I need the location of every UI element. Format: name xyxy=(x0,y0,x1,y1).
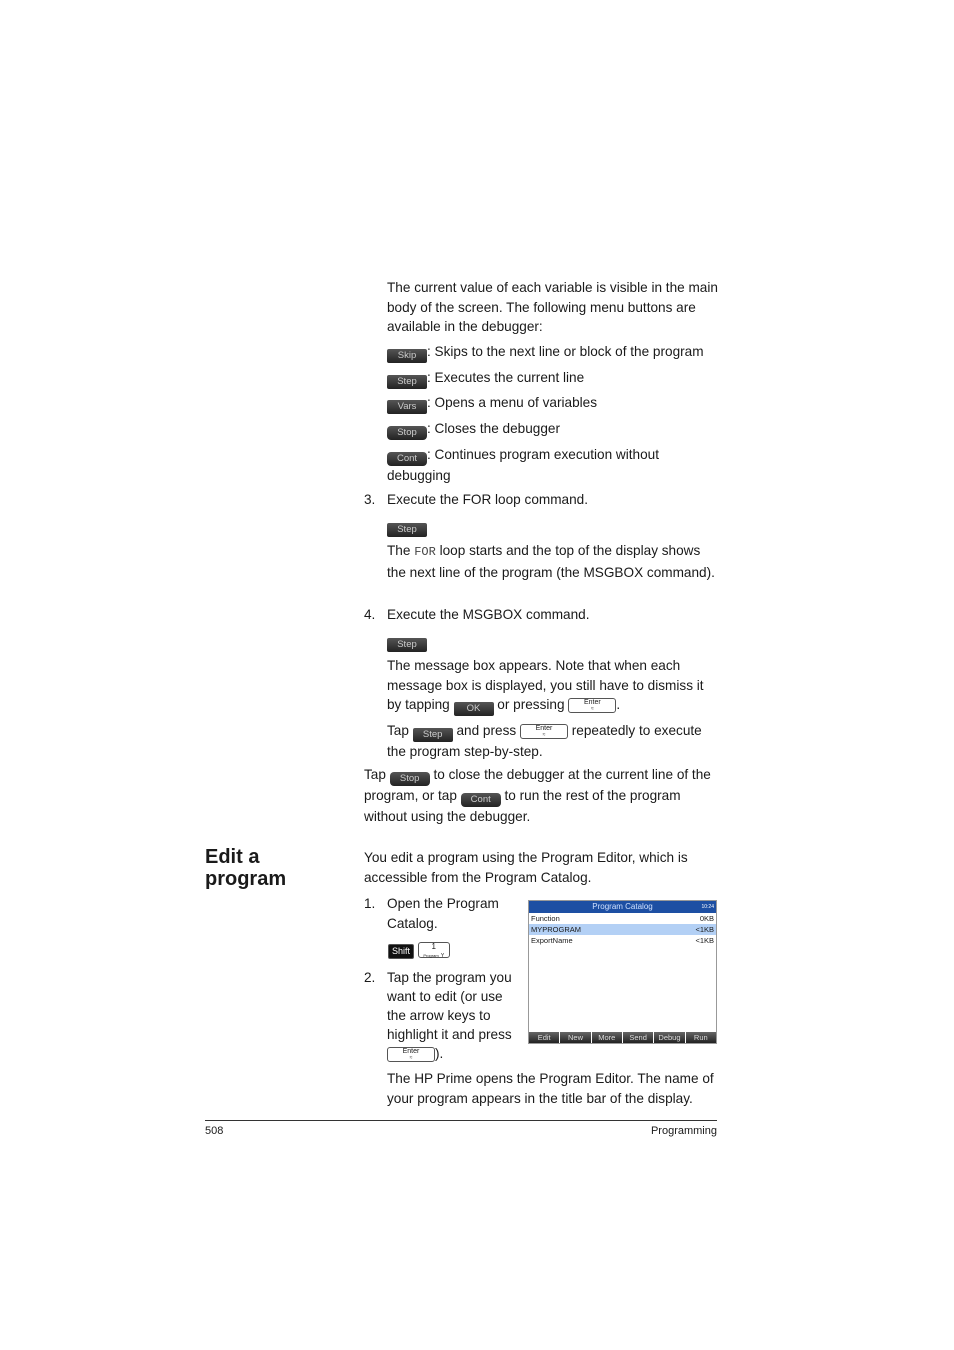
screen-title: Program Catalog xyxy=(592,902,653,911)
step-text: Tap the program you want to edit (or use… xyxy=(387,970,512,1042)
desc: : Continues program execution without de… xyxy=(387,447,659,483)
key-sub: ≈ xyxy=(409,1055,413,1061)
status-time: 10:24 xyxy=(701,904,714,910)
title-bar: Program Catalog 10:24 xyxy=(529,901,716,913)
heading-line: Edit a xyxy=(205,846,260,868)
code-for: FOR xyxy=(414,545,436,559)
step-4: 4. Execute the MSGBOX command. xyxy=(364,605,717,625)
section-intro: You edit a program using the Program Edi… xyxy=(364,850,688,885)
key-label: Enter xyxy=(402,1048,420,1055)
section-heading: Edit a program xyxy=(205,846,286,890)
edit-step-2: 2. Tap the program you want to edit (or u… xyxy=(364,968,519,1063)
text: loop starts and the top of the display s… xyxy=(387,543,715,580)
step-softkey: Step xyxy=(387,375,427,389)
text: Tap xyxy=(387,723,413,738)
one-key: 1 Program Y xyxy=(417,942,450,959)
enter-key: Enter ≈ xyxy=(387,1047,435,1062)
outro-text: The HP Prime opens the Program Editor. T… xyxy=(387,1071,714,1106)
desc: : Skips to the next line or block of the… xyxy=(427,344,704,359)
softkey-menu: Edit New More Send Debug Run xyxy=(529,1032,716,1043)
program-name: Function xyxy=(531,914,560,923)
heading-line: program xyxy=(205,868,287,890)
step4-repeat: Tap Step and press Enter ≈ repeatedly to … xyxy=(387,721,719,762)
desc: : Closes the debugger xyxy=(427,421,561,436)
enter-key: Enter ≈ xyxy=(568,698,617,713)
step-text: Execute the MSGBOX command. xyxy=(387,607,590,622)
step-number: 3. xyxy=(364,492,376,507)
step-text: Execute the FOR loop command. xyxy=(387,492,588,507)
document-page: The current value of each variable is vi… xyxy=(0,0,954,1350)
program-size: 0KB xyxy=(699,914,714,923)
softkey-run: Run xyxy=(685,1032,716,1043)
step4-key: Step xyxy=(387,631,427,652)
softkey-send: Send xyxy=(622,1032,654,1043)
button-stop-desc: Stop: Closes the debugger xyxy=(387,419,727,440)
text: The xyxy=(387,543,415,558)
calculator-screenshot: Program Catalog 10:24 Function 0KB MYPROGRA… xyxy=(528,900,717,1044)
cont-softkey: Cont xyxy=(460,793,501,807)
intro-text: The current value of each variable is vi… xyxy=(387,280,718,334)
program-size: <1KB xyxy=(695,925,714,934)
program-size: <1KB xyxy=(695,936,714,945)
desc: : Opens a menu of variables xyxy=(427,395,598,410)
softkey-new: New xyxy=(560,1032,591,1043)
skip-softkey: Skip xyxy=(387,349,427,363)
step-number: 4. xyxy=(364,607,376,622)
softkey-debug: Debug xyxy=(654,1032,685,1043)
vars-softkey: Vars xyxy=(387,400,427,414)
step-softkey: Step xyxy=(387,638,427,652)
catalog-row: Function 0KB xyxy=(529,913,716,924)
catalog-row: MYPROGRAM <1KB xyxy=(529,924,716,935)
key-label: Enter xyxy=(535,725,553,732)
footer-divider xyxy=(205,1120,717,1121)
stop-softkey: Stop xyxy=(389,772,430,786)
program-name: ExportName xyxy=(531,936,573,945)
step-text: ). xyxy=(435,1046,444,1061)
edit-step-1: 1. Open the Program Catalog. xyxy=(364,894,517,933)
step-number: 1. xyxy=(364,896,376,911)
step-number: 2. xyxy=(364,970,376,985)
desc: : Executes the current line xyxy=(427,370,585,385)
text: and press xyxy=(452,723,520,738)
text: . xyxy=(616,697,621,712)
key-sub: Program xyxy=(423,953,439,958)
step4-explain: The message box appears. Note that when … xyxy=(387,656,719,716)
key-sub: ≈ xyxy=(542,732,546,738)
text: or pressing xyxy=(493,697,569,712)
softkey-edit: Edit xyxy=(529,1032,560,1043)
button-cont-desc: Cont: Continues program execution withou… xyxy=(387,445,687,486)
cont-softkey: Cont xyxy=(387,452,427,466)
closing-text: Tap Stop to close the debugger at the cu… xyxy=(364,765,720,827)
step3-key: Step xyxy=(387,516,427,537)
ok-softkey: OK xyxy=(453,702,494,716)
button-vars-desc: Vars: Opens a menu of variables xyxy=(387,393,727,414)
key-sub: ≈ xyxy=(590,706,594,712)
page-number: 508 xyxy=(205,1125,224,1137)
softkey-more: More xyxy=(591,1032,622,1043)
enter-key: Enter ≈ xyxy=(519,724,568,739)
key-label: Enter xyxy=(583,699,601,706)
catalog-row: ExportName <1KB xyxy=(529,935,716,946)
step-3: 3. Execute the FOR loop command. xyxy=(364,490,717,510)
shift-key: Shift xyxy=(388,944,414,959)
key-alt: Y xyxy=(440,953,445,959)
key-label: 1 xyxy=(431,942,436,951)
step-softkey: Step xyxy=(387,523,427,537)
button-step-desc: Step: Executes the current line xyxy=(387,368,727,389)
chapter-name: Programming xyxy=(650,1125,717,1137)
program-name: MYPROGRAM xyxy=(531,925,582,934)
button-skip-desc: Skip: Skips to the next line or block of… xyxy=(387,342,727,363)
shift-1-keys: Shift 1 Program Y xyxy=(388,940,450,960)
stop-softkey: Stop xyxy=(387,426,427,440)
text: Tap xyxy=(364,767,390,782)
step3-explain: The FOR loop starts and the top of the d… xyxy=(387,541,719,582)
step-text: Open the Program Catalog. xyxy=(387,896,499,931)
step-softkey: Step xyxy=(412,728,453,742)
